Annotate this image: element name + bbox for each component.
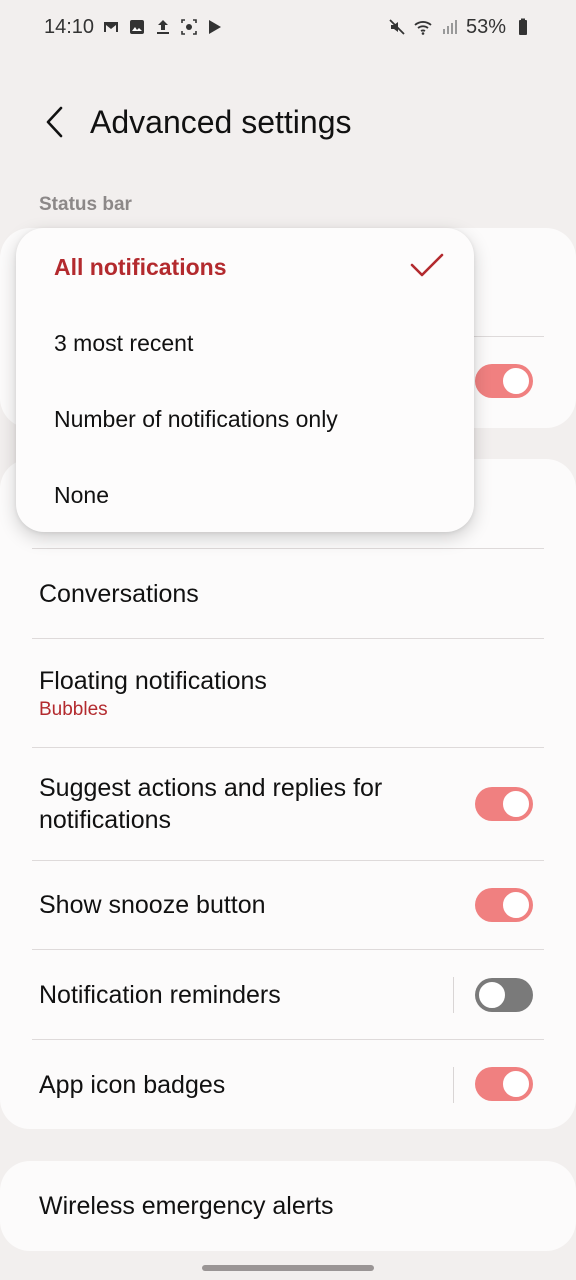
emergency-alerts-card: Wireless emergency alerts xyxy=(0,1161,576,1251)
dropdown-option-number-only[interactable]: Number of notifications only xyxy=(16,381,474,457)
divider xyxy=(453,1067,454,1103)
app-icon-badges-row[interactable]: App icon badges xyxy=(32,1040,544,1129)
notification-reminders-row[interactable]: Notification reminders xyxy=(32,950,544,1040)
notification-settings-card: Conversations Floating notifications Bub… xyxy=(0,459,576,1129)
header: Advanced settings xyxy=(0,90,576,154)
conversations-row[interactable]: Conversations xyxy=(32,549,544,639)
suggest-actions-toggle[interactable] xyxy=(475,787,533,821)
status-bar: 14:10 53% xyxy=(0,0,576,54)
check-icon xyxy=(410,253,444,277)
app-icon-badges-toggle[interactable] xyxy=(475,1067,533,1101)
wireless-emergency-alerts-row[interactable]: Wireless emergency alerts xyxy=(32,1161,544,1251)
floating-notifications-value: Bubbles xyxy=(39,699,108,720)
floating-notifications-label: Floating notifications xyxy=(39,667,267,695)
wireless-emergency-alerts-label: Wireless emergency alerts xyxy=(39,1192,334,1220)
gallery-icon xyxy=(128,18,146,36)
status-bar-toggle[interactable] xyxy=(475,364,533,398)
dropdown-option-label: None xyxy=(54,481,109,508)
wifi-icon xyxy=(414,18,432,36)
suggest-actions-row[interactable]: Suggest actions and replies for notifica… xyxy=(32,748,544,861)
app-icon-badges-label: App icon badges xyxy=(39,1070,226,1099)
conversations-label: Conversations xyxy=(39,579,199,608)
dropdown-option-label: 3 most recent xyxy=(54,329,194,356)
upload-icon xyxy=(154,18,172,36)
battery-icon xyxy=(514,18,532,36)
battery-percent: 53% xyxy=(465,15,506,38)
back-button[interactable] xyxy=(34,98,74,146)
notification-reminders-toggle[interactable] xyxy=(475,978,533,1012)
divider xyxy=(453,977,454,1013)
screen-record-icon xyxy=(180,18,198,36)
dropdown-option-all-notifications[interactable]: All notifications xyxy=(16,229,474,305)
status-left: 14:10 xyxy=(44,16,224,39)
floating-notifications-row[interactable]: Floating notifications Bubbles xyxy=(32,639,544,748)
status-time: 14:10 xyxy=(44,15,95,38)
snooze-button-row[interactable]: Show snooze button xyxy=(32,861,544,950)
notification-reminders-label: Notification reminders xyxy=(39,980,281,1009)
snooze-button-label: Show snooze button xyxy=(39,891,266,919)
mute-icon xyxy=(388,18,406,36)
signal-icon xyxy=(440,18,458,36)
chevron-left-icon xyxy=(46,106,63,138)
gesture-nav-handle[interactable] xyxy=(202,1265,374,1271)
snooze-button-toggle[interactable] xyxy=(475,888,533,922)
dropdown-option-3-most-recent[interactable]: 3 most recent xyxy=(16,305,474,381)
dropdown-option-label: Number of notifications only xyxy=(54,405,338,432)
status-right: 53% xyxy=(388,16,532,39)
notification-style-dropdown: All notifications 3 most recent Number o… xyxy=(16,228,474,532)
page-title: Advanced settings xyxy=(90,103,352,140)
gmail-icon xyxy=(102,18,120,36)
suggest-actions-label-line1: Suggest actions and replies for xyxy=(39,774,383,802)
dropdown-option-none[interactable]: None xyxy=(16,457,474,533)
suggest-actions-label-line2: notifications xyxy=(39,806,172,834)
dropdown-option-label: All notifications xyxy=(54,253,227,280)
play-store-icon xyxy=(206,18,224,36)
section-label-status-bar: Status bar xyxy=(39,194,132,215)
